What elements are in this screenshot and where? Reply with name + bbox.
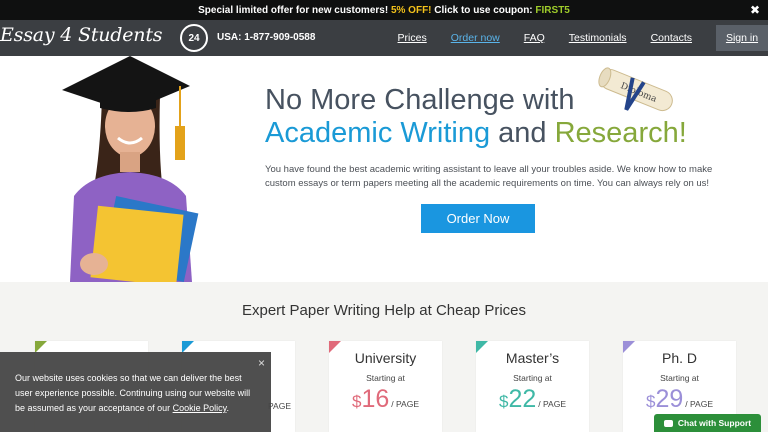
chat-support-button[interactable]: Chat with Support [654,414,761,432]
cookie-close-icon[interactable]: × [258,356,265,371]
price-value: $22/ PAGE [499,385,566,413]
promo-text: Special limited offer for new customers!… [198,4,570,16]
card-level-name: Master’s [505,350,560,366]
price-value: $29/ PAGE [646,385,713,413]
chat-label: Chat with Support [677,418,752,428]
nav-faq[interactable]: FAQ [524,32,545,44]
card-starting-at: Starting at [366,373,405,383]
nav-contacts[interactable]: Contacts [651,32,692,44]
card-level-name: Ph. D [661,350,697,366]
nav-testimonials[interactable]: Testimonials [569,32,627,44]
pricing-title: Expert Paper Writing Help at Cheap Price… [241,302,527,319]
student-illustration [62,56,199,282]
promo-coupon: FIRST5 [535,4,570,16]
nav-prices[interactable]: Prices [398,32,427,44]
cookie-banner: × Our website uses cookies so that we ca… [0,352,271,432]
cookie-policy-link[interactable]: Cookie Policy [173,403,227,413]
price-card-masters[interactable]: Master’s Starting at $22/ PAGE [476,341,589,432]
card-level-name: University [354,350,417,366]
promo-bar[interactable]: Special limited offer for new customers!… [0,0,768,20]
site-logo[interactable]: Essay 4 Students [0,24,163,46]
promo-discount: 5% OFF! [390,4,432,16]
promo-close-icon[interactable]: ✖ [750,3,760,17]
main-nav: Prices Order now FAQ Testimonials Contac… [398,20,768,56]
signin-button[interactable]: Sign in [716,25,768,51]
hero-description: You have found the best academic writing… [265,164,713,189]
chat-bubble-icon [663,419,673,427]
hero-section: No More Challenge with Academic Writing … [0,56,768,282]
order-now-button[interactable]: Order Now [421,204,535,233]
card-starting-at: Starting at [660,373,699,383]
diploma-scroll-icon: Diploma [598,67,673,112]
price-value: $16/ PAGE [352,385,419,413]
phone-number[interactable]: USA: 1-877-909-0588 [217,32,315,43]
nav-order-now[interactable]: Order now [451,32,500,44]
price-card-university[interactable]: University Starting at $16/ PAGE [329,341,442,432]
phone-24-icon: 24 [180,24,208,52]
site-header: Essay 4 Students 24 USA: 1-877-909-0588 … [0,20,768,56]
card-starting-at: Starting at [513,373,552,383]
